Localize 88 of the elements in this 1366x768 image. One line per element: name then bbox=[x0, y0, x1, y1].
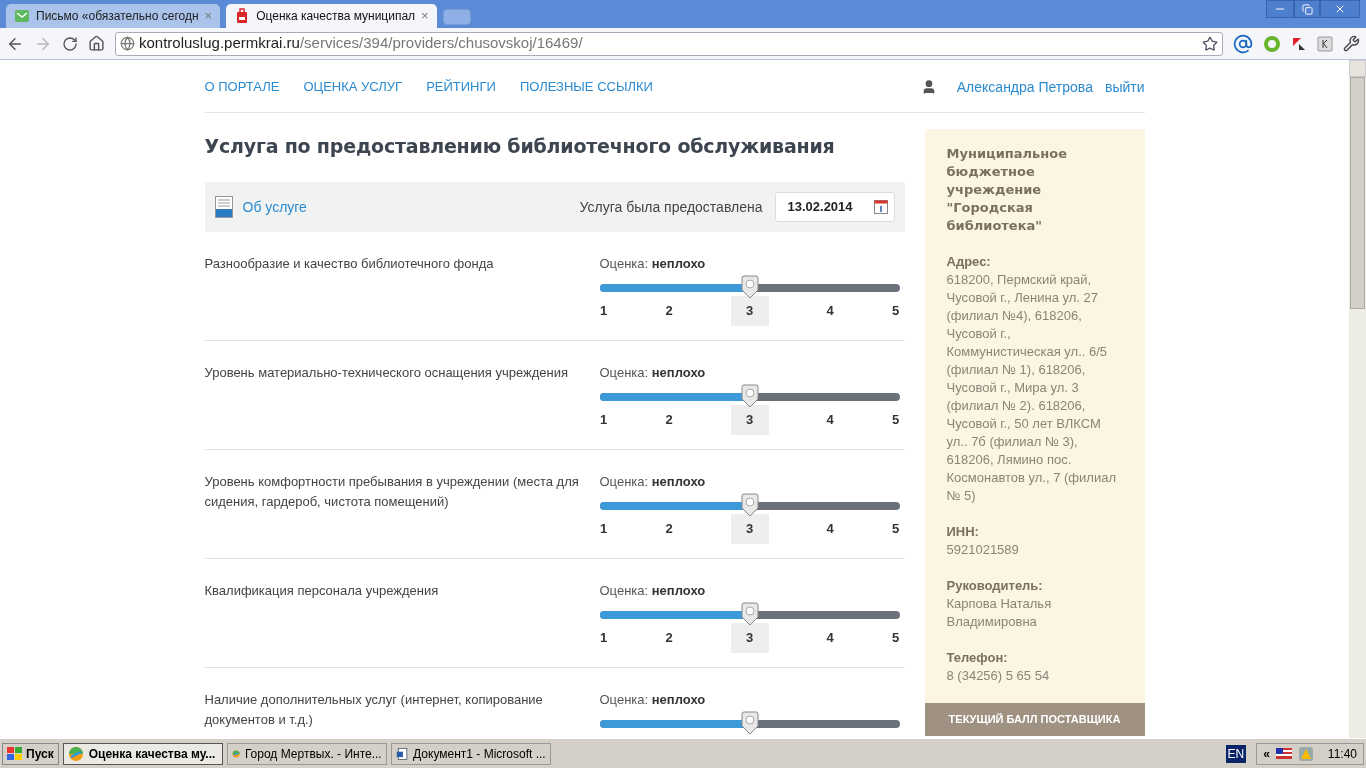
close-button[interactable] bbox=[1320, 0, 1360, 18]
criterion-label: Разнообразие и качество библиотечного фонда bbox=[204, 255, 495, 273]
scale-tick[interactable]: 1 bbox=[599, 405, 608, 435]
rating-text: Оценка: неплохо bbox=[599, 364, 707, 382]
scale-tick[interactable]: 3 bbox=[730, 514, 769, 544]
settings-icon[interactable] bbox=[1343, 35, 1360, 52]
scale-tick[interactable]: 5 bbox=[891, 623, 900, 653]
scrollbar[interactable] bbox=[1349, 60, 1366, 738]
scale-tick[interactable]: 1 bbox=[599, 296, 608, 326]
field-value: 8 (34256) 5 65 54 bbox=[946, 667, 1051, 685]
scale-tick[interactable]: 4 bbox=[826, 405, 834, 435]
field-value: 5921021589 bbox=[946, 541, 1020, 559]
at-sign-icon[interactable] bbox=[1233, 33, 1253, 54]
rating-text: Оценка: неплохо bbox=[599, 582, 707, 600]
tab-title: Письмо «обязательно сегодн bbox=[36, 8, 199, 25]
envelope-icon bbox=[14, 8, 30, 24]
address-bar[interactable]: kontroluslug.permkrai.ru/services/394/providers/chusovskoj/16469/ bbox=[115, 31, 1223, 56]
key-icon[interactable] bbox=[1317, 35, 1333, 52]
scale-tick[interactable]: 4 bbox=[826, 514, 834, 544]
calendar-icon[interactable] bbox=[873, 200, 888, 214]
restore-button[interactable] bbox=[1294, 0, 1320, 18]
restore-icon bbox=[1301, 3, 1313, 15]
tab-title: Оценка качества муниципал bbox=[256, 8, 416, 25]
scale-tick[interactable]: 3 bbox=[730, 296, 769, 326]
nav-link[interactable]: ОЦЕНКА УСЛУГ bbox=[303, 77, 403, 97]
rating-text: Оценка: неплохо bbox=[599, 473, 707, 491]
globe-icon bbox=[120, 36, 135, 51]
scale-tick[interactable]: 2 bbox=[665, 296, 673, 326]
home-icon[interactable] bbox=[88, 35, 105, 52]
scale-tick[interactable]: 3 bbox=[730, 405, 769, 435]
criterion-label: Уровень комфортности пребывания в учреждении (места для сидения, гардероб, чистота помещений) bbox=[204, 473, 580, 511]
date-field[interactable]: 13.02.2014 bbox=[774, 192, 895, 222]
scale-tick[interactable]: 2 bbox=[665, 405, 673, 435]
slider-thumb[interactable] bbox=[740, 602, 759, 626]
slider-thumb[interactable] bbox=[740, 493, 759, 517]
scale-tick[interactable]: 2 bbox=[665, 623, 673, 653]
date-label: Услуга была предоставлена bbox=[579, 197, 763, 217]
scale-tick[interactable]: 4 bbox=[826, 296, 834, 326]
field-value: Карпова Наталья Владимировна bbox=[946, 595, 1053, 631]
expand-tray-button[interactable]: « bbox=[1263, 744, 1270, 763]
scale-tick[interactable]: 5 bbox=[891, 405, 900, 435]
taskbar-button[interactable]: Документ1 - Microsoft ... bbox=[390, 742, 551, 765]
minimize-button[interactable] bbox=[1266, 0, 1294, 18]
taskbar-button[interactable]: Оценка качества му... bbox=[62, 742, 223, 765]
field-label: Телефон: bbox=[946, 649, 1009, 667]
scale-tick[interactable]: 1 bbox=[599, 623, 608, 653]
flag-icon[interactable] bbox=[1275, 748, 1292, 759]
ring-icon[interactable] bbox=[1263, 34, 1281, 53]
scale-tick[interactable]: 4 bbox=[826, 623, 834, 653]
nav-link[interactable]: РЕЙТИНГИ bbox=[426, 77, 496, 97]
criterion-label: Наличие дополнительных услуг (интернет, копирование документов и т.д.) bbox=[204, 691, 544, 729]
criterion-label: Уровень материально-технического оснащения учреждения bbox=[204, 364, 570, 382]
slider-thumb[interactable] bbox=[740, 711, 759, 735]
field-label: Руководитель: bbox=[946, 577, 1044, 595]
orb-icon bbox=[67, 745, 84, 762]
reload-icon[interactable] bbox=[62, 35, 78, 52]
user-link[interactable]: Александра Петрова bbox=[956, 76, 1093, 98]
document-icon bbox=[214, 196, 233, 218]
scale-tick[interactable]: 2 bbox=[665, 514, 673, 544]
provider-name: Муниципальное бюджетное учреждение "Городская библиотека" bbox=[946, 145, 1068, 235]
scale-tick[interactable]: 5 bbox=[891, 296, 900, 326]
scale-tick[interactable]: 1 bbox=[599, 514, 608, 544]
rating-text: Оценка: неплохо bbox=[599, 255, 707, 273]
scale-tick[interactable]: 5 bbox=[891, 514, 900, 544]
rating-text: Оценка: неплохо bbox=[599, 691, 707, 709]
clock: 11:40 bbox=[1327, 745, 1357, 763]
field-label: ИНН: bbox=[946, 523, 980, 541]
tab-close[interactable]: × bbox=[421, 6, 429, 26]
document-icon bbox=[395, 745, 409, 762]
browser-tab[interactable]: Оценка качества муниципал × bbox=[226, 4, 437, 28]
page-title: Услуга по предоставлению библиотечного обслуживания bbox=[204, 134, 836, 159]
nav-link[interactable]: О ПОРТАЛЕ bbox=[204, 77, 280, 97]
slider-thumb[interactable] bbox=[740, 275, 759, 299]
start-button[interactable]: Пуск bbox=[2, 742, 59, 765]
windows-logo-icon bbox=[7, 746, 23, 761]
slider-thumb[interactable] bbox=[740, 384, 759, 408]
field-value: 618200, Пермский край, Чусовой г., Ленина ул. 27 (филиал №4), 618206, Чусовой г., Коммунистическая ул.. 6/5 (филиал № 1), 618206, Чусовой г., Мира ул. 3 (филиал № 2). 618206, Чусовой г., 50 лет ВЛКСМ ул.. 7б (филиал № 3), 618206, Лямино пос. Космонавтов ул., 7 (филиал № 5) bbox=[946, 271, 1117, 505]
criterion-label: Квалификация персонала учреждения bbox=[204, 582, 440, 600]
scale-tick[interactable]: 3 bbox=[730, 623, 769, 653]
url-text: kontroluslug.permkrai.ru/services/394/providers/chusovskoj/16469/ bbox=[139, 33, 584, 54]
star-icon[interactable] bbox=[1202, 35, 1218, 52]
language-indicator[interactable]: EN bbox=[1225, 744, 1247, 763]
nav-link[interactable]: ПОЛЕЗНЫЕ ССЫЛКИ bbox=[519, 77, 653, 97]
taskbar-button[interactable]: Город Мертвых. - Инте... bbox=[226, 742, 387, 765]
logout-link[interactable]: выйти bbox=[1104, 76, 1145, 98]
field-label: Адрес: bbox=[946, 253, 992, 271]
browser-tab[interactable]: Письмо «обязательно сегодн × bbox=[6, 4, 221, 28]
close-icon bbox=[1334, 3, 1346, 15]
